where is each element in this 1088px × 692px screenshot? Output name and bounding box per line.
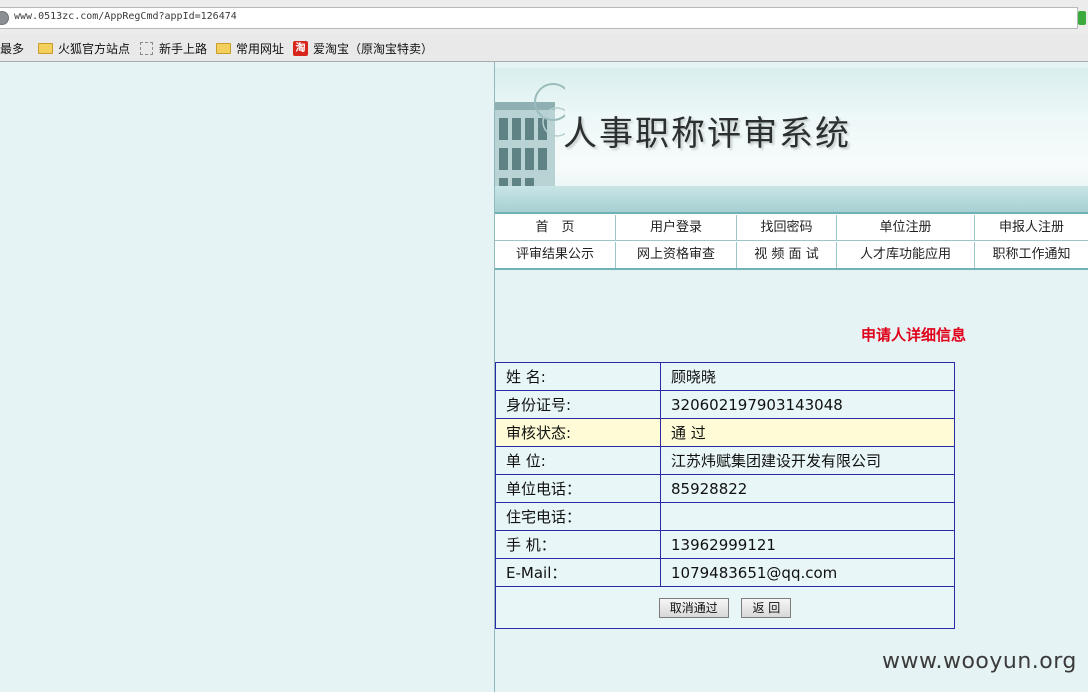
value-id-number: 320602197903143048 bbox=[660, 390, 955, 419]
label-review-status: 审核状态: bbox=[495, 418, 661, 447]
bookmarks-bar: 访问最多 火狐官方站点 新手上路 常用网址 淘 爱淘宝（原淘宝特卖） bbox=[0, 34, 1088, 62]
applicant-detail-table: 姓 名: 顾晓晓 身份证号: 320602197903143048 审核状态: … bbox=[495, 362, 955, 629]
folder-icon bbox=[38, 42, 53, 54]
table-row: 单 位: 江苏炜赋集团建设开发有限公司 bbox=[495, 446, 955, 475]
value-email: 1079483651@qq.com bbox=[660, 558, 955, 587]
table-row: 手 机： 13962999121 bbox=[495, 530, 955, 559]
nav-online-qualification[interactable]: 网上资格审查 bbox=[616, 242, 737, 268]
watermark: www.wooyun.org bbox=[882, 649, 1077, 674]
nav-video-interview[interactable]: 视 频 面 试 bbox=[737, 242, 837, 268]
detail-heading: 申请人详细信息 bbox=[861, 326, 967, 344]
table-row: 审核状态: 通 过 bbox=[495, 418, 955, 447]
nav-divider bbox=[495, 268, 1088, 270]
label-email: E-Mail： bbox=[495, 558, 661, 587]
table-row: 姓 名: 顾晓晓 bbox=[495, 362, 955, 391]
bookmark-label: 爱淘宝（原淘宝特卖） bbox=[313, 41, 434, 56]
label-mobile: 手 机： bbox=[495, 530, 661, 559]
label-home-phone: 住宅电话： bbox=[495, 502, 661, 531]
label-id-number: 身份证号: bbox=[495, 390, 661, 419]
taobao-icon: 淘 bbox=[293, 40, 308, 56]
value-name: 顾晓晓 bbox=[660, 362, 955, 391]
button-cell: 取消通过 返 回 bbox=[495, 586, 955, 629]
nav-row-2: 评审结果公示 网上资格审查 视 频 面 试 人才库功能应用 职称工作通知 bbox=[495, 242, 1088, 268]
system-title: 人事职称评审系统 bbox=[563, 114, 851, 154]
bookmark-aitaobao[interactable]: 淘 爱淘宝（原淘宝特卖） bbox=[293, 40, 433, 56]
address-bar[interactable]: www.0513zc.com/AppRegCmd?appId=126474 bbox=[0, 7, 1086, 29]
value-unit-phone: 85928822 bbox=[660, 474, 955, 503]
value-review-status: 通 过 bbox=[660, 418, 955, 447]
bookmark-firefox-site[interactable]: 火狐官方站点 bbox=[38, 40, 130, 56]
label-unit-phone: 单位电话： bbox=[495, 474, 661, 503]
bookmark-label: 访问最多 bbox=[0, 41, 25, 56]
back-button[interactable]: 返 回 bbox=[741, 597, 792, 618]
nav-home[interactable]: 首 页 bbox=[495, 215, 616, 241]
nav-applicant-register[interactable]: 申报人注册 bbox=[975, 215, 1088, 241]
go-arrow-icon[interactable] bbox=[1078, 11, 1086, 25]
url-text[interactable]: www.0513zc.com/AppRegCmd?appId=126474 bbox=[14, 11, 237, 22]
bookmark-most-visited[interactable]: 访问最多 bbox=[0, 40, 24, 56]
folder-icon bbox=[216, 42, 231, 54]
nav-user-login[interactable]: 用户登录 bbox=[616, 215, 737, 241]
table-row: E-Mail： 1079483651@qq.com bbox=[495, 558, 955, 587]
value-mobile: 13962999121 bbox=[660, 530, 955, 559]
nav-unit-register[interactable]: 单位注册 bbox=[837, 215, 975, 241]
bookmark-common-sites[interactable]: 常用网址 bbox=[216, 40, 284, 56]
nav-review-results[interactable]: 评审结果公示 bbox=[495, 242, 616, 268]
bookmark-getting-started[interactable]: 新手上路 bbox=[140, 40, 207, 56]
nav-row-1: 首 页 用户登录 找回密码 单位注册 申报人注册 bbox=[495, 215, 1088, 241]
bookmark-label: 新手上路 bbox=[159, 41, 208, 56]
site-banner: 人事职称评审系统 bbox=[495, 68, 1088, 212]
globe-icon bbox=[0, 11, 9, 25]
main-nav: 首 页 用户登录 找回密码 单位注册 申报人注册 评审结果公示 网上资格审查 视… bbox=[495, 212, 1088, 268]
table-row: 住宅电话： bbox=[495, 502, 955, 531]
label-unit: 单 位: bbox=[495, 446, 661, 475]
banner-strip bbox=[495, 186, 1088, 212]
value-home-phone bbox=[660, 502, 955, 531]
nav-recover-password[interactable]: 找回密码 bbox=[737, 215, 837, 241]
page-content: 人事职称评审系统 首 页 用户登录 找回密码 单位注册 申报人注册 评审结果公示… bbox=[0, 62, 1088, 692]
table-row: 身份证号: 320602197903143048 bbox=[495, 390, 955, 419]
table-row: 单位电话： 85928822 bbox=[495, 474, 955, 503]
cancel-pass-button[interactable]: 取消通过 bbox=[658, 597, 729, 618]
value-unit: 江苏炜赋集团建设开发有限公司 bbox=[660, 446, 955, 475]
browser-toolbar: www.0513zc.com/AppRegCmd?appId=126474 bbox=[0, 0, 1088, 34]
bookmark-label: 常用网址 bbox=[236, 41, 285, 56]
label-name: 姓 名: bbox=[495, 362, 661, 391]
button-row: 取消通过 返 回 bbox=[495, 586, 955, 629]
bookmark-label: 火狐官方站点 bbox=[58, 41, 131, 56]
nav-title-notices[interactable]: 职称工作通知 bbox=[975, 242, 1088, 268]
nav-talent-pool[interactable]: 人才库功能应用 bbox=[837, 242, 975, 268]
page-icon bbox=[140, 41, 153, 55]
